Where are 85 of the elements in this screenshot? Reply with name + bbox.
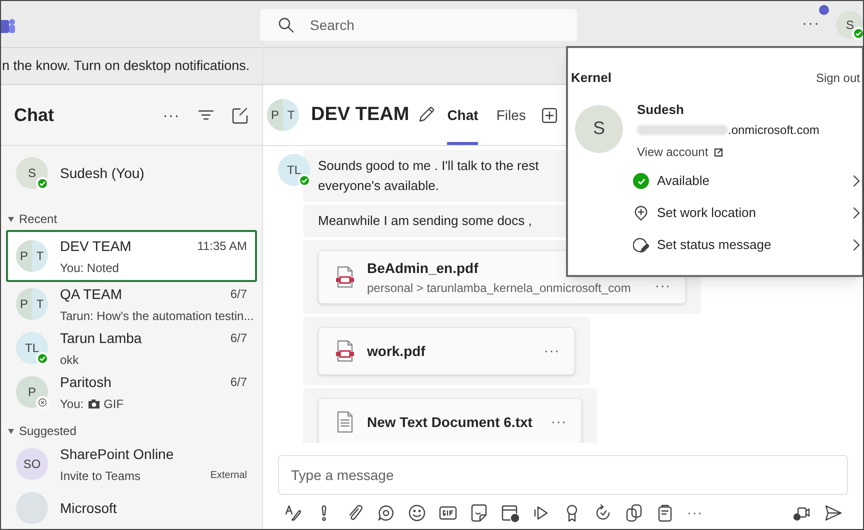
file-card[interactable]: New Text Document 6.txt ···: [318, 398, 582, 443]
organization-name: Kernel: [571, 69, 612, 87]
play-icon[interactable]: [532, 504, 550, 522]
search-icon[interactable]: [278, 17, 294, 33]
contact-name: Sudesh (You): [60, 164, 144, 183]
avatar: SO: [16, 448, 48, 480]
calendar-add-icon[interactable]: [501, 504, 519, 522]
contact-name: DEV TEAM: [60, 236, 132, 256]
location-pin-icon: [633, 205, 649, 221]
chat-list-item[interactable]: TL Tarun Lamba 6/7 okk: [6, 326, 257, 370]
sticker-icon[interactable]: [470, 504, 488, 522]
message-preview: okk: [60, 352, 79, 368]
file-name: New Text Document 6.txt: [367, 412, 534, 432]
timestamp: 11:35 AM: [197, 238, 247, 255]
chevron-right-icon[interactable]: [853, 239, 860, 251]
emoji-icon[interactable]: [408, 504, 426, 522]
chat-list-item[interactable]: P T QA TEAM 6/7 Tarun: How's the automation testin...: [6, 282, 257, 326]
filter-icon[interactable]: [198, 109, 214, 121]
message-preview: Tarun: How's the automation testin...: [60, 308, 254, 324]
tab[interactable]: Files: [496, 85, 526, 145]
chat-title: DEV TEAM: [311, 102, 410, 127]
more-options-button[interactable]: ···: [687, 503, 703, 522]
user-name: Sudesh: [637, 100, 685, 118]
section-header[interactable]: Suggested: [1, 422, 262, 440]
message-input[interactable]: Type a message: [278, 455, 848, 495]
tab[interactable]: Chat: [447, 85, 478, 145]
available-icon: [633, 173, 649, 189]
file-name: BeAdmin_en.pdf: [367, 258, 480, 278]
apps-icon[interactable]: [625, 504, 643, 522]
contact-name: QA TEAM: [60, 284, 122, 304]
caret-icon: [8, 428, 14, 434]
avatar: TL: [16, 332, 48, 364]
contact-name: SharePoint Online: [60, 444, 174, 464]
more-options-button[interactable]: ···: [163, 104, 180, 126]
chat-bubble-icon[interactable]: [377, 504, 395, 522]
external-link-icon: [714, 148, 724, 156]
panel-title: Chat: [14, 104, 55, 126]
more-options-button[interactable]: ···: [655, 276, 671, 295]
notification-banner-text: n the know. Turn on desktop notifications.: [2, 56, 250, 75]
attachment-label: GIF: [104, 396, 124, 412]
chat-list-item[interactable]: P T DEV TEAM 11:35 AM You: Noted: [6, 230, 257, 282]
caret-icon: [8, 216, 14, 222]
contact-name: Microsoft: [60, 498, 117, 518]
avatar: P: [16, 376, 48, 408]
pdf-file-icon: [335, 266, 355, 288]
message-preview: You: Noted: [60, 260, 119, 276]
more-options-button[interactable]: ···: [551, 412, 567, 432]
message-preview: Invite to Teams: [60, 468, 140, 484]
chat-list-item[interactable]: P Paritosh 6/7 You: GIF: [6, 370, 257, 414]
file-card[interactable]: work.pdf ···: [318, 327, 575, 375]
sign-out-link[interactable]: Sign out: [816, 68, 860, 87]
pencil-icon[interactable]: [417, 106, 436, 124]
section-header[interactable]: Recent: [1, 210, 262, 228]
contact-name: Paritosh: [60, 372, 112, 392]
chevron-right-icon[interactable]: [853, 207, 860, 219]
avatar: S: [575, 104, 623, 152]
more-options-button[interactable]: ···: [544, 341, 560, 361]
contact-name: Tarun Lamba: [60, 328, 142, 348]
status-bubble-icon: [633, 237, 649, 253]
clipboard-icon[interactable]: [656, 504, 674, 522]
external-label: External: [210, 469, 247, 483]
search-field[interactable]: Search: [260, 9, 577, 41]
timestamp: 6/7: [230, 286, 247, 303]
pdf-file-icon: [335, 340, 355, 362]
file-path: personal > tarunlamba_kernela_onmicrosoft_com: [367, 280, 632, 296]
timestamp: 6/7: [230, 374, 247, 391]
file-name: work.pdf: [367, 342, 426, 361]
avatar: S: [16, 157, 48, 189]
format-icon[interactable]: [284, 504, 302, 522]
refresh-icon[interactable]: [594, 504, 612, 522]
text-file-icon: [335, 411, 355, 433]
more-options-button[interactable]: ···: [802, 13, 820, 36]
add-tab-icon[interactable]: [542, 108, 557, 122]
chevron-right-icon[interactable]: [853, 175, 860, 187]
camera-icon[interactable]: [88, 398, 100, 408]
chat-list-item[interactable]: Microsoft: [6, 486, 257, 529]
send-icon[interactable]: [824, 504, 842, 522]
compose-icon[interactable]: [232, 106, 249, 124]
email-address: .onmicrosoft.com: [728, 122, 820, 139]
chat-list-item[interactable]: S Sudesh (You): [6, 148, 257, 198]
avatar: [16, 492, 48, 524]
timestamp: 6/7: [230, 330, 247, 347]
chat-list-item[interactable]: SO SharePoint Online Invite to Teams External: [6, 442, 257, 486]
message-preview: You:: [60, 396, 84, 412]
gif-icon[interactable]: [439, 504, 457, 522]
